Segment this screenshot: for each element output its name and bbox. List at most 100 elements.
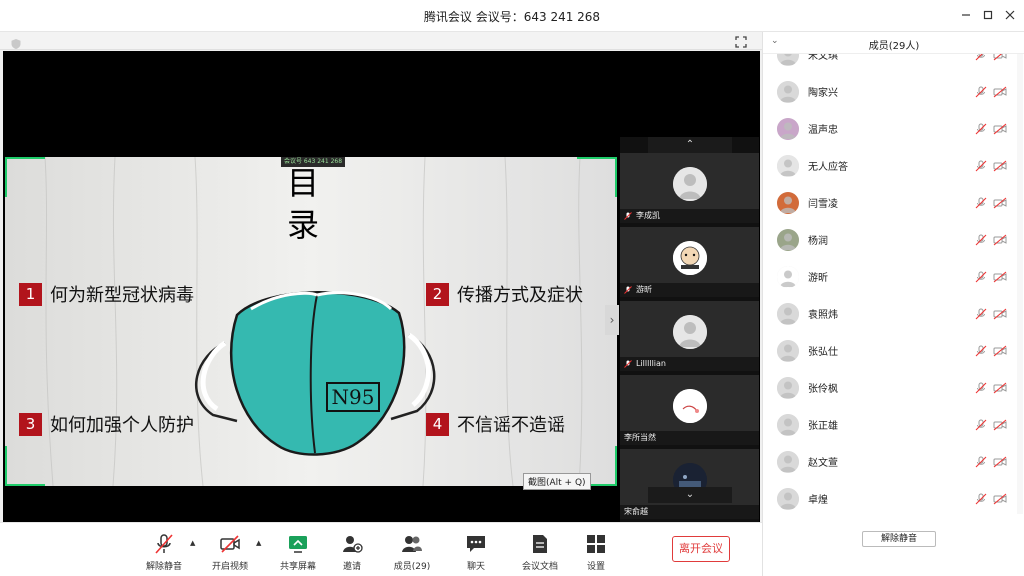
chevron-right-icon[interactable]: › [605, 305, 619, 335]
mic-muted-icon[interactable] [975, 234, 987, 246]
member-row[interactable]: 宋文琪 [763, 54, 1015, 73]
chat-button[interactable]: 聊天 [446, 533, 506, 572]
close-icon[interactable] [1000, 6, 1020, 26]
meeting-docs-button[interactable]: 会议文档 [510, 533, 570, 572]
member-row[interactable]: 游昕 [763, 258, 1015, 295]
tile-name: 李成凯 [636, 211, 660, 220]
member-row[interactable]: 无人应答 [763, 147, 1015, 184]
maximize-icon[interactable] [978, 6, 998, 26]
mic-muted-icon[interactable] [975, 271, 987, 283]
member-row[interactable]: 卓煌 [763, 480, 1015, 514]
camera-off-icon[interactable] [993, 345, 1007, 357]
caret-up-icon[interactable]: ▲ [190, 539, 198, 547]
mic-muted-icon[interactable] [975, 345, 987, 357]
camera-off-icon [220, 535, 240, 553]
member-row[interactable]: 张伶枫 [763, 369, 1015, 406]
chevron-up-icon[interactable]: ⌃ [648, 137, 732, 153]
chevron-down-icon[interactable]: ⌄ [648, 487, 732, 503]
avatar [673, 167, 707, 201]
video-tile-list: ⌃ 李成凯 游昕 Lilllllian 李所当然 宋俞越 ⌄ [620, 137, 759, 522]
mic-muted-icon[interactable] [975, 493, 987, 505]
agenda-item-1: 1 何为新型冠状病毒 [19, 281, 194, 307]
video-tile[interactable]: 李成凯 [620, 153, 759, 223]
member-row[interactable]: 陶家兴 [763, 73, 1015, 110]
avatar [777, 191, 799, 214]
mic-muted-icon[interactable] [975, 382, 987, 394]
video-tile[interactable]: 李所当然 [620, 375, 759, 445]
add-user-icon [343, 536, 363, 553]
camera-off-icon[interactable] [993, 123, 1007, 135]
video-tile[interactable]: Lilllllian [620, 301, 759, 371]
camera-off-icon[interactable] [993, 308, 1007, 320]
mask-label: N95 [332, 385, 375, 409]
minimize-icon[interactable] [956, 6, 976, 26]
member-panel: ⌄ 成员(29人) 宋文琪 陶家兴 温声忠 无人应答 闫雪凌 杨润 游昕 袁照炜 张弘仕 张伶枫张… [762, 32, 1024, 576]
avatar [777, 339, 799, 362]
unmute-button[interactable]: 解除静音 [134, 533, 194, 572]
invite-button[interactable]: 邀请 [322, 533, 382, 572]
mic-muted-icon[interactable] [975, 123, 987, 135]
frame-corner [5, 446, 45, 486]
share-screen-button[interactable]: 共享屏幕 [268, 533, 328, 572]
camera-off-icon[interactable] [993, 419, 1007, 431]
video-tile[interactable]: 宋俞越 [620, 449, 759, 519]
mic-muted-icon[interactable] [975, 160, 987, 172]
camera-off-icon[interactable] [993, 197, 1007, 209]
mic-muted-icon[interactable] [975, 419, 987, 431]
avatar [673, 389, 707, 423]
member-name: 赵文萱 [808, 458, 838, 469]
slide-title-char: 目 [287, 164, 320, 202]
member-row[interactable]: 赵文萱 [763, 443, 1015, 480]
agenda-text: 不信谣不造谣 [457, 415, 565, 436]
mic-muted-icon[interactable] [975, 308, 987, 320]
mic-muted-icon[interactable] [975, 456, 987, 468]
meeting-stage: 会议号 643 241 268 N95 目 录 1 何为新型冠状病毒 2 传播方… [0, 32, 762, 522]
presentation-slide: 会议号 643 241 268 N95 目 录 1 何为新型冠状病毒 2 传播方… [5, 157, 617, 486]
member-row[interactable]: 袁照炜 [763, 295, 1015, 332]
agenda-number: 3 [19, 412, 42, 436]
camera-off-icon[interactable] [993, 54, 1007, 61]
camera-off-icon[interactable] [993, 160, 1007, 172]
camera-off-icon[interactable] [993, 456, 1007, 468]
frame-corner [577, 157, 617, 197]
member-name: 张弘仕 [808, 347, 838, 358]
mic-muted-icon [624, 212, 632, 220]
member-row[interactable]: 张弘仕 [763, 332, 1015, 369]
settings-button[interactable]: 设置 [566, 533, 626, 572]
document-icon [533, 535, 547, 553]
camera-off-icon[interactable] [993, 493, 1007, 505]
video-tile[interactable]: 游昕 [620, 227, 759, 297]
camera-off-icon[interactable] [993, 86, 1007, 98]
mic-muted-icon[interactable] [975, 197, 987, 209]
start-video-button[interactable]: 开启视频 [200, 533, 260, 572]
member-row[interactable]: 温声忠 [763, 110, 1015, 147]
members-button[interactable]: 成员(29) [382, 533, 442, 572]
member-name: 袁照炜 [808, 310, 838, 321]
member-row[interactable]: 闫雪凌 [763, 184, 1015, 221]
avatar [777, 54, 799, 66]
camera-off-icon[interactable] [993, 382, 1007, 394]
camera-off-icon[interactable] [993, 271, 1007, 283]
agenda-text: 何为新型冠状病毒 [50, 285, 194, 306]
shared-screen-area: 会议号 643 241 268 N95 目 录 1 何为新型冠状病毒 2 传播方… [3, 51, 760, 522]
unmute-all-button[interactable]: 解除静音 [862, 531, 936, 547]
agenda-text: 传播方式及症状 [457, 285, 583, 306]
member-name: 无人应答 [808, 162, 848, 173]
avatar [673, 315, 707, 349]
member-row[interactable]: 杨润 [763, 221, 1015, 258]
avatar [777, 302, 799, 325]
mic-muted-icon[interactable] [975, 54, 987, 61]
shield-icon [10, 35, 22, 49]
member-row[interactable]: 张正雄 [763, 406, 1015, 443]
caret-up-icon[interactable]: ▲ [256, 539, 264, 547]
slide-title-char: 录 [287, 206, 320, 244]
meeting-toolbar: 解除静音 ▲ 开启视频 ▲ 共享屏幕 邀请 成员(29) 聊天 会议文档 设置 … [0, 522, 762, 576]
fullscreen-icon[interactable] [734, 34, 748, 48]
share-screen-icon [289, 536, 307, 553]
avatar [777, 80, 799, 103]
scrollbar[interactable] [1017, 54, 1023, 514]
mic-muted-icon[interactable] [975, 86, 987, 98]
camera-off-icon[interactable] [993, 234, 1007, 246]
avatar [777, 487, 799, 510]
leave-meeting-button[interactable]: 离开会议 [672, 536, 730, 562]
